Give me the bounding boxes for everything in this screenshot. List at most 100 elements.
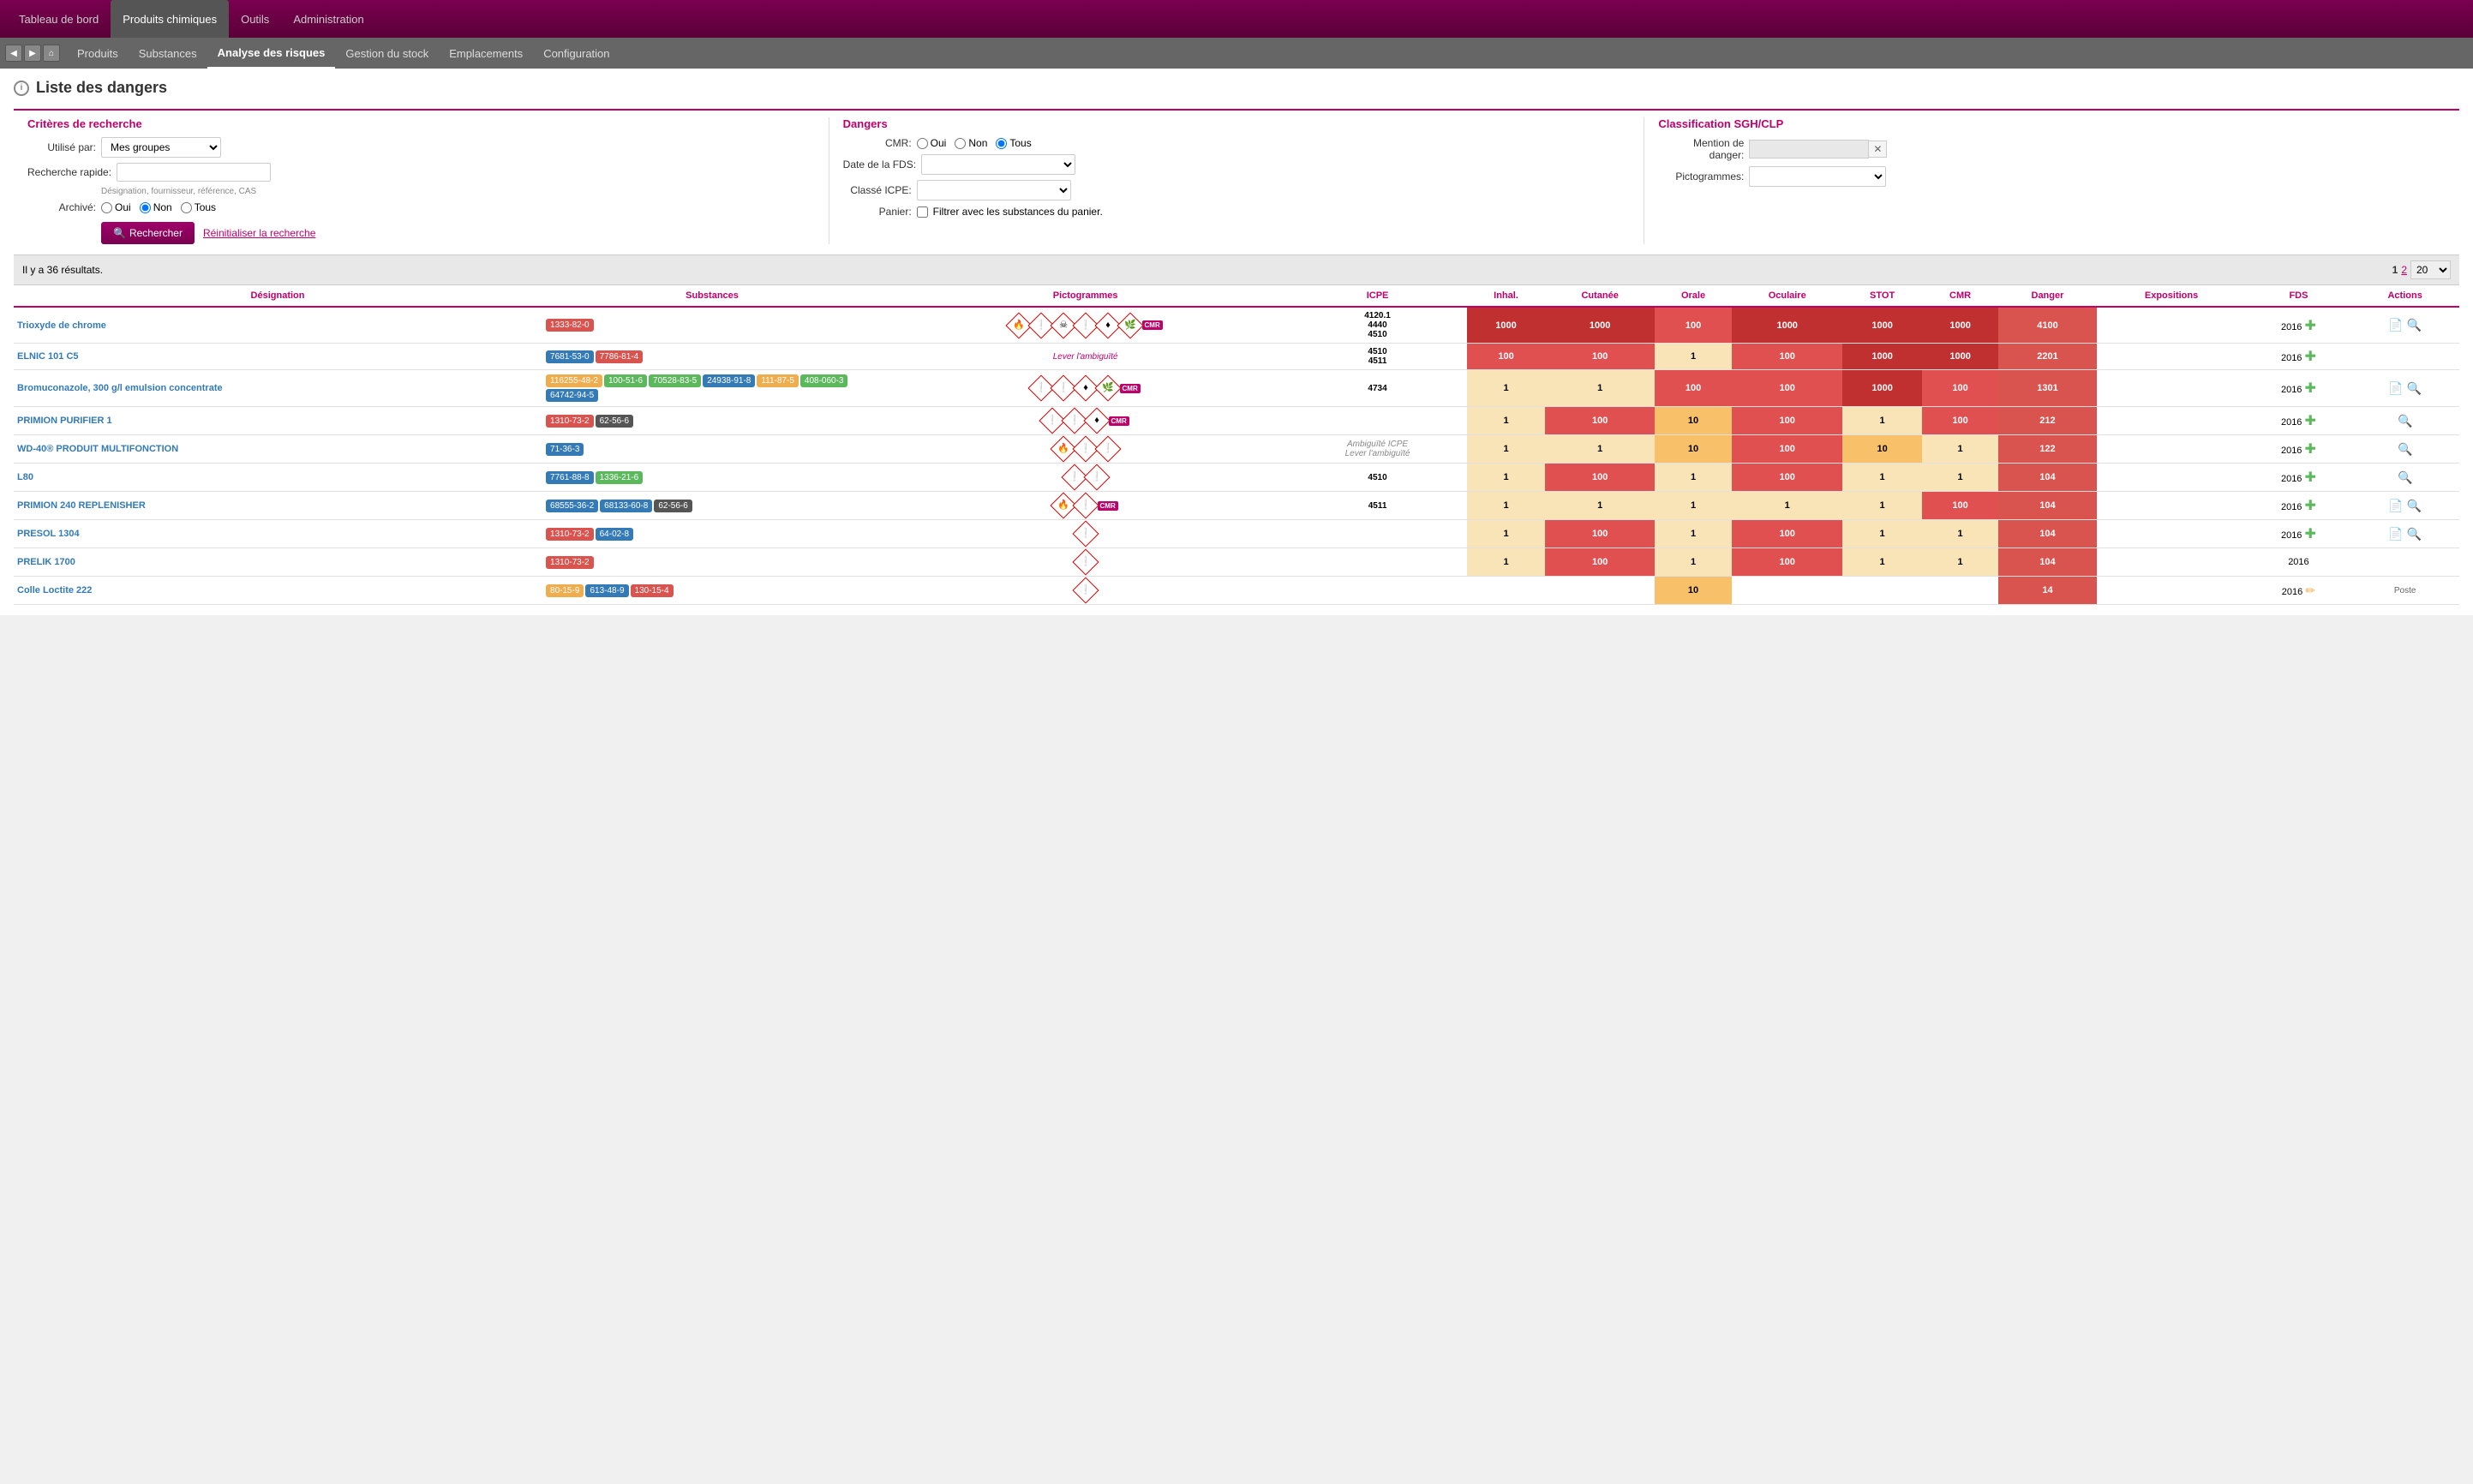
th-inhal[interactable]: Inhal. bbox=[1467, 285, 1545, 307]
archive-oui-radio[interactable] bbox=[101, 202, 112, 213]
add-button[interactable]: ✚ bbox=[2305, 470, 2316, 485]
search-action-icon[interactable]: 🔍 bbox=[2398, 470, 2412, 484]
cell-designation[interactable]: Trioxyde de chrome bbox=[14, 307, 542, 344]
substance-badge[interactable]: 7681-53-0 bbox=[546, 350, 594, 363]
search-action-icon[interactable]: 🔍 bbox=[2398, 442, 2412, 456]
substance-badge[interactable]: 1333-82-0 bbox=[546, 319, 594, 332]
add-button[interactable]: ✚ bbox=[2305, 414, 2316, 428]
th-designation[interactable]: Désignation bbox=[14, 285, 542, 307]
cmr-oui-radio[interactable] bbox=[917, 138, 928, 149]
substance-badge[interactable]: 111-87-5 bbox=[757, 374, 799, 387]
recherche-rapide-input[interactable] bbox=[117, 163, 271, 182]
add-button[interactable]: ✚ bbox=[2305, 499, 2316, 513]
nav-tableau-de-bord[interactable]: Tableau de bord bbox=[7, 0, 111, 38]
substance-badge[interactable]: 7761-88-8 bbox=[546, 471, 594, 484]
substance-badge[interactable]: 7786-81-4 bbox=[596, 350, 644, 363]
subnav-analyse-risques[interactable]: Analyse des risques bbox=[207, 38, 336, 69]
info-icon[interactable]: i bbox=[14, 81, 29, 96]
pictogrammes-select[interactable] bbox=[1749, 166, 1886, 187]
archive-tous-label[interactable]: Tous bbox=[181, 201, 216, 213]
search-button[interactable]: 🔍 Rechercher bbox=[101, 222, 195, 244]
page-2[interactable]: 2 bbox=[2401, 264, 2407, 276]
th-stot[interactable]: STOT bbox=[1842, 285, 1921, 307]
substance-badge[interactable]: 70528-83-5 bbox=[649, 374, 701, 387]
cell-designation[interactable]: PRESOL 1304 bbox=[14, 520, 542, 548]
add-button[interactable]: ✚ bbox=[2305, 381, 2316, 396]
substance-badge[interactable]: 24938-91-8 bbox=[703, 374, 755, 387]
cell-designation[interactable]: Bromuconazole, 300 g/l emulsion concentr… bbox=[14, 370, 542, 407]
search-action-icon[interactable]: 🔍 bbox=[2398, 414, 2412, 428]
substance-badge[interactable]: 68133-60-8 bbox=[600, 500, 652, 512]
substance-badge[interactable]: 100-51-6 bbox=[604, 374, 647, 387]
panier-checkbox[interactable] bbox=[917, 206, 928, 218]
add-button[interactable]: ✚ bbox=[2305, 442, 2316, 457]
th-orale[interactable]: Orale bbox=[1655, 285, 1732, 307]
archive-non-radio[interactable] bbox=[140, 202, 151, 213]
th-fds[interactable]: FDS bbox=[2247, 285, 2351, 307]
substance-badge[interactable]: 62-56-6 bbox=[596, 415, 633, 428]
substance-badge[interactable]: 408-060-3 bbox=[800, 374, 848, 387]
utilise-par-select[interactable]: Mes groupes Tous bbox=[101, 137, 221, 158]
substance-badge[interactable]: 71-36-3 bbox=[546, 443, 584, 456]
substance-badge[interactable]: 1310-73-2 bbox=[546, 556, 594, 569]
subnav-emplacements[interactable]: Emplacements bbox=[439, 38, 533, 69]
nav-forward[interactable]: ▶ bbox=[24, 45, 41, 62]
mention-clear-button[interactable]: ✕ bbox=[1868, 141, 1887, 158]
pdf-icon[interactable]: 📄 bbox=[2388, 318, 2403, 332]
substance-badge[interactable]: 62-56-6 bbox=[654, 500, 692, 512]
cell-designation[interactable]: Colle Loctite 222 bbox=[14, 577, 542, 605]
cell-designation[interactable]: ELNIC 101 C5 bbox=[14, 344, 542, 370]
cell-designation[interactable]: PRIMION PURIFIER 1 bbox=[14, 407, 542, 435]
archive-tous-radio[interactable] bbox=[181, 202, 192, 213]
th-oculaire[interactable]: Oculaire bbox=[1732, 285, 1842, 307]
substance-badge[interactable]: 130-15-4 bbox=[631, 584, 674, 597]
pdf-icon[interactable]: 📄 bbox=[2388, 527, 2403, 541]
pdf-icon[interactable]: 📄 bbox=[2388, 381, 2403, 395]
cmr-non-radio[interactable] bbox=[955, 138, 966, 149]
reset-button[interactable]: Réinitialiser la recherche bbox=[203, 227, 315, 239]
subnav-produits[interactable]: Produits bbox=[67, 38, 129, 69]
add-button[interactable]: ✚ bbox=[2305, 350, 2316, 364]
cmr-non-label[interactable]: Non bbox=[955, 137, 987, 149]
th-expositions[interactable]: Expositions bbox=[2097, 285, 2247, 307]
pdf-icon[interactable]: 📄 bbox=[2388, 499, 2403, 512]
per-page-select[interactable]: 20 50 100 bbox=[2410, 260, 2451, 279]
nav-administration[interactable]: Administration bbox=[281, 0, 375, 38]
date-fds-select[interactable] bbox=[921, 154, 1075, 175]
subnav-gestion-stock[interactable]: Gestion du stock bbox=[335, 38, 439, 69]
mention-input[interactable] bbox=[1749, 140, 1869, 159]
th-danger[interactable]: Danger bbox=[1998, 285, 2096, 307]
search-action-icon[interactable]: 🔍 bbox=[2407, 381, 2422, 395]
substance-badge[interactable]: 613-48-9 bbox=[585, 584, 628, 597]
subnav-substances[interactable]: Substances bbox=[129, 38, 207, 69]
archive-oui-label[interactable]: Oui bbox=[101, 201, 131, 213]
classe-icpe-select[interactable] bbox=[917, 180, 1071, 200]
add-button[interactable]: ✚ bbox=[2305, 527, 2316, 542]
cell-designation[interactable]: WD-40® PRODUIT MULTIFONCTION bbox=[14, 435, 542, 464]
substance-badge[interactable]: 1310-73-2 bbox=[546, 415, 594, 428]
substance-badge[interactable]: 80-15-9 bbox=[546, 584, 584, 597]
cell-designation[interactable]: PRIMION 240 REPLENISHER bbox=[14, 492, 542, 520]
add-button[interactable]: ✚ bbox=[2305, 319, 2316, 333]
subnav-configuration[interactable]: Configuration bbox=[533, 38, 620, 69]
th-substances[interactable]: Substances bbox=[542, 285, 883, 307]
search-action-icon[interactable]: 🔍 bbox=[2407, 527, 2422, 541]
cell-designation[interactable]: L80 bbox=[14, 464, 542, 492]
th-icpe[interactable]: ICPE bbox=[1288, 285, 1467, 307]
search-action-icon[interactable]: 🔍 bbox=[2407, 318, 2422, 332]
cmr-tous-label[interactable]: Tous bbox=[996, 137, 1031, 149]
cmr-tous-radio[interactable] bbox=[996, 138, 1007, 149]
nav-outils[interactable]: Outils bbox=[229, 0, 281, 38]
substance-badge[interactable]: 116255-48-2 bbox=[546, 374, 602, 387]
page-1[interactable]: 1 bbox=[2392, 264, 2398, 276]
substance-badge[interactable]: 1310-73-2 bbox=[546, 528, 594, 541]
substance-badge[interactable]: 64-02-8 bbox=[596, 528, 633, 541]
th-cmr[interactable]: CMR bbox=[1922, 285, 1999, 307]
nav-back[interactable]: ◀ bbox=[5, 45, 22, 62]
substance-badge[interactable]: 1336-21-6 bbox=[596, 471, 644, 484]
nav-produits-chimiques[interactable]: Produits chimiques bbox=[111, 0, 229, 38]
nav-home[interactable]: ⌂ bbox=[43, 45, 60, 62]
archive-non-label[interactable]: Non bbox=[140, 201, 172, 213]
search-action-icon[interactable]: 🔍 bbox=[2407, 499, 2422, 512]
edit-button[interactable]: ✏ bbox=[2305, 583, 2315, 597]
